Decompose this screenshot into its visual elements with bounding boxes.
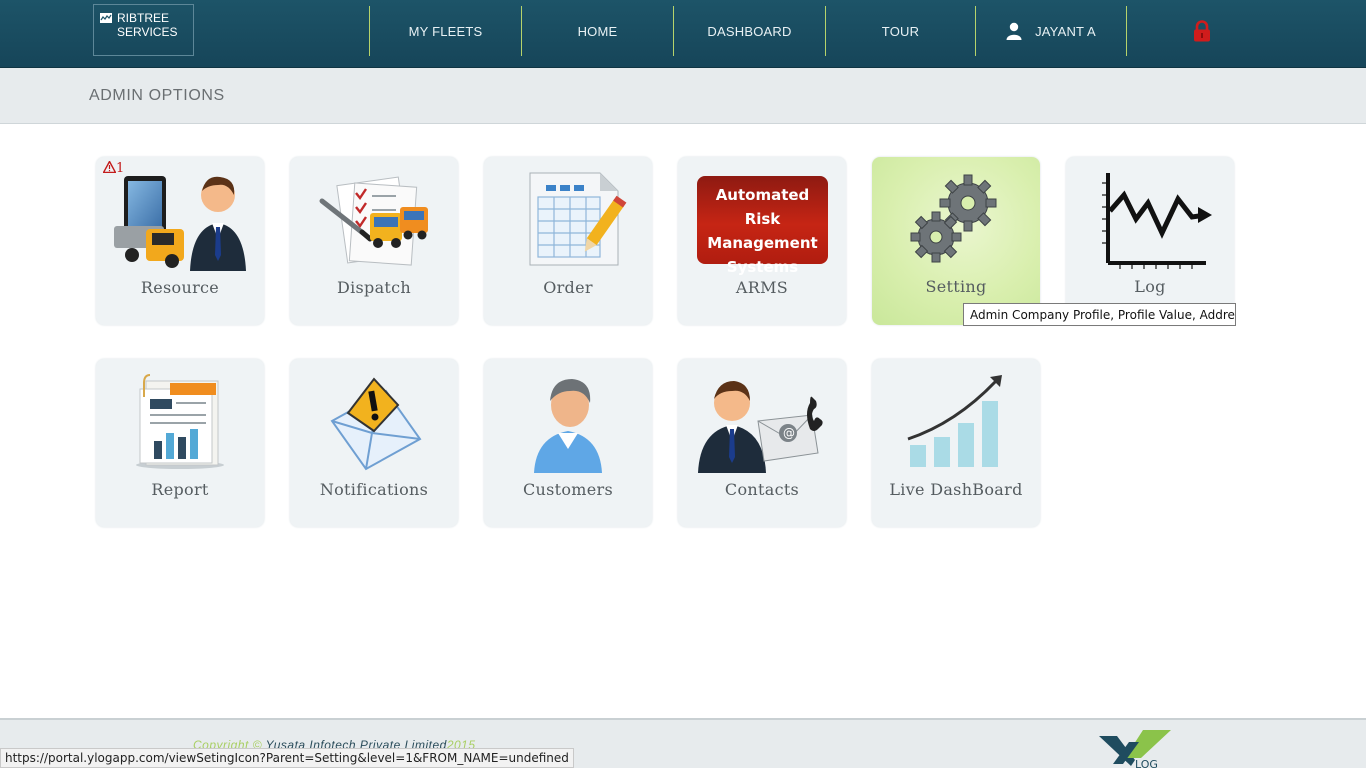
brand-line-1: RIBTREE bbox=[117, 11, 170, 25]
tile-order-label: Order bbox=[543, 278, 593, 297]
nav-dashboard[interactable]: DASHBOARD bbox=[673, 6, 825, 56]
notification-envelope-icon bbox=[330, 377, 422, 471]
nav-my-fleets-label: MY FLEETS bbox=[408, 23, 483, 39]
admin-options-header: ADMIN OPTIONS bbox=[0, 68, 1366, 124]
tile-notifications[interactable]: Notifications bbox=[290, 359, 458, 527]
report-icon bbox=[136, 374, 224, 469]
dispatch-icon bbox=[319, 176, 428, 266]
arms-badge-line-2: Management bbox=[707, 234, 818, 252]
tile-contacts[interactable]: @ Contacts bbox=[678, 359, 846, 527]
nav-user[interactable]: JAYANT A bbox=[975, 6, 1126, 56]
nav-home-label: HOME bbox=[577, 23, 618, 39]
nav-dashboard-label: DASHBOARD bbox=[707, 23, 792, 39]
tile-log-label: Log bbox=[1134, 277, 1166, 296]
nav-tour[interactable]: TOUR bbox=[825, 6, 975, 56]
tile-log[interactable]: Log bbox=[1066, 157, 1234, 325]
tile-dispatch[interactable]: Dispatch bbox=[290, 157, 458, 325]
user-icon bbox=[1006, 22, 1022, 40]
page-title: ADMIN OPTIONS bbox=[89, 87, 225, 104]
contacts-icon: @ bbox=[698, 381, 823, 473]
ylog-logo: LOG bbox=[1099, 730, 1171, 770]
nav-tour-label: TOUR bbox=[881, 23, 920, 39]
tile-setting-label: Setting bbox=[925, 277, 987, 296]
tile-customers-label: Customers bbox=[522, 480, 614, 499]
tile-order[interactable]: Order bbox=[484, 157, 652, 325]
tile-report[interactable]: Report bbox=[96, 359, 264, 527]
setting-tooltip: Admin Company Profile, Profile Value, Ad… bbox=[963, 303, 1236, 326]
tile-live-dashboard-label: Live DashBoard bbox=[889, 480, 1023, 499]
tile-setting[interactable]: Setting bbox=[872, 157, 1040, 325]
nav-divider bbox=[1126, 6, 1127, 56]
gears-icon bbox=[910, 174, 997, 263]
nav-home[interactable]: HOME bbox=[521, 6, 673, 56]
tile-arms[interactable]: Automated Risk Management Systems ARMS bbox=[678, 157, 846, 325]
tile-contacts-label: Contacts bbox=[724, 480, 800, 499]
nav-user-label: JAYANT A bbox=[1035, 23, 1096, 39]
brand-line-2: SERVICES bbox=[117, 25, 178, 39]
arms-badge: Automated Risk Management Systems bbox=[697, 176, 828, 276]
tile-resource[interactable]: 1 Resource bbox=[96, 157, 264, 325]
tile-report-label: Report bbox=[151, 480, 209, 499]
tile-resource-label: Resource bbox=[140, 278, 220, 297]
svg-text:LOG: LOG bbox=[1135, 758, 1158, 770]
tile-notifications-label: Notifications bbox=[319, 480, 429, 499]
brand-logo[interactable]: RIBTREE SERVICES bbox=[93, 4, 194, 56]
growth-chart-icon bbox=[907, 375, 1002, 467]
tile-arms-label: ARMS bbox=[735, 278, 789, 297]
resource-icon bbox=[114, 176, 246, 271]
status-bar-url: https://portal.ylogapp.com/viewSetingIco… bbox=[0, 748, 574, 768]
arms-badge-line-1: Automated Risk bbox=[715, 186, 810, 228]
tile-live-dashboard[interactable]: Live DashBoard bbox=[872, 359, 1040, 527]
brand-icon bbox=[100, 13, 112, 23]
top-navbar: RIBTREE SERVICES MY FLEETS HOME DASHBOAR… bbox=[0, 0, 1366, 68]
arms-badge-line-3: Systems bbox=[726, 258, 799, 276]
order-form-icon bbox=[529, 172, 627, 266]
logout-lock-icon[interactable] bbox=[1192, 20, 1212, 42]
tile-customers[interactable]: Customers bbox=[484, 359, 652, 527]
customer-person-icon bbox=[534, 379, 602, 473]
tile-dispatch-label: Dispatch bbox=[336, 278, 412, 297]
nav-my-fleets[interactable]: MY FLEETS bbox=[369, 6, 521, 56]
log-chart-icon bbox=[1102, 173, 1212, 269]
svg-text:@: @ bbox=[783, 426, 795, 440]
